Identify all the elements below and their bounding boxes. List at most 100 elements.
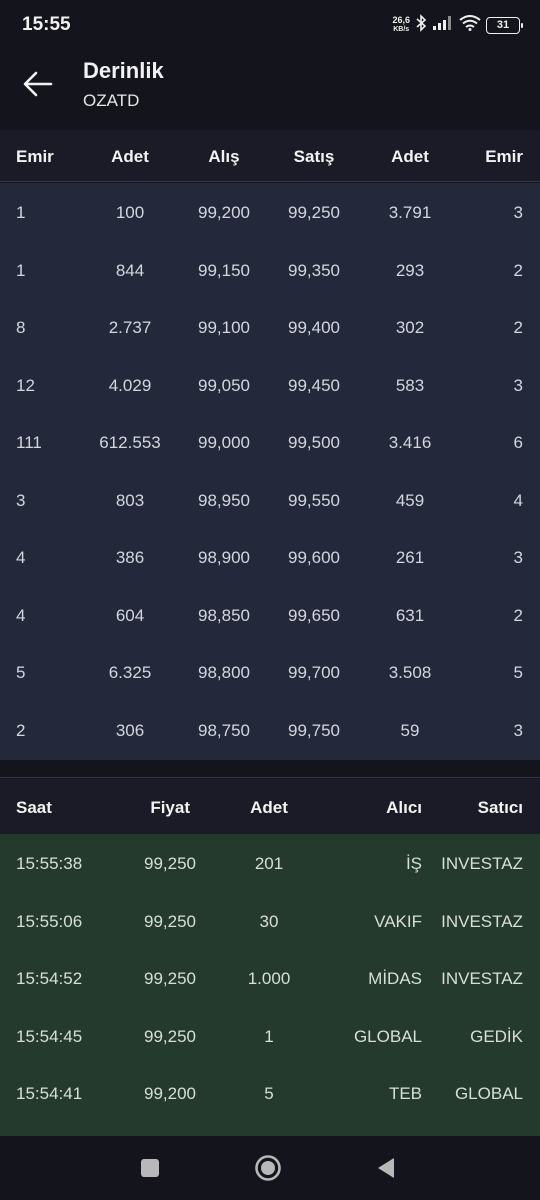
depth-cell-bid-price: 98,900 [198, 548, 250, 567]
depth-cell-bid-qty: 306 [115, 720, 145, 740]
depth-cell-bid-orders: 8 [16, 318, 26, 337]
depth-table-body: 1 100 99,200 99,250 3.791 3 1 844 99,150 99,350 29… [0, 183, 540, 760]
back-button[interactable] [14, 60, 62, 108]
trade-cell-qty: 5 [264, 1084, 274, 1103]
depth-cell-bid-price: 98,800 [198, 663, 250, 682]
trades-table-header: Saat Fiyat Adet Alıcı Satıcı [0, 779, 540, 834]
depth-row[interactable]: 8 2.737 99,100 99,400 302 2 [0, 298, 540, 356]
nav-back-button[interactable] [366, 1150, 406, 1186]
trades-table-body: 15:55:38 99,250 201 İŞ INVESTAZ 15:55:06 99,25… [0, 834, 540, 1136]
trade-cell-seller: GEDİK [470, 1026, 523, 1046]
status-time: 15:55 [22, 14, 71, 35]
depth-cell-ask-orders: 2 [513, 260, 523, 280]
depth-cell-ask-orders: 3 [513, 720, 523, 740]
depth-row[interactable]: 4 604 98,850 99,650 631 2 [0, 586, 540, 644]
trade-cell-time: 15:54:52 [16, 969, 83, 988]
net-speed-unit: KB/s [393, 26, 410, 33]
depth-header-bid-qty: Adet [111, 147, 149, 166]
depth-cell-bid-qty: 844 [115, 260, 145, 280]
wifi-icon [459, 14, 481, 36]
depth-cell-bid-orders: 1 [16, 203, 26, 222]
trade-row[interactable]: 15:54:52 99,250 1.000 MİDAS INVESTAZ [0, 949, 540, 1007]
trades-header-buyer: Alıcı [386, 798, 422, 817]
depth-cell-bid-price: 99,050 [198, 375, 250, 395]
system-nav-bar [0, 1136, 540, 1200]
trade-cell-seller: INVESTAZ [441, 911, 523, 931]
depth-cell-ask-price: 99,550 [288, 490, 340, 510]
depth-cell-bid-orders: 111 [16, 433, 42, 452]
trade-row[interactable]: 15:55:38 99,250 201 İŞ INVESTAZ [0, 834, 540, 892]
depth-cell-ask-price: 99,450 [288, 375, 340, 395]
recent-apps-icon [141, 1159, 159, 1177]
trade-cell-seller: GLOBAL [454, 1084, 523, 1103]
depth-cell-ask-orders: 4 [513, 490, 523, 510]
depth-cell-bid-qty: 100 [115, 203, 145, 222]
depth-cell-ask-orders: 2 [513, 605, 523, 625]
bluetooth-icon [415, 13, 427, 37]
trade-cell-seller: INVESTAZ [441, 969, 523, 988]
trade-row[interactable]: 15:55:06 99,250 30 VAKIF INVESTAZ [0, 892, 540, 950]
depth-cell-ask-qty: 293 [395, 260, 425, 280]
arrow-left-icon [23, 71, 53, 97]
depth-row[interactable]: 1 844 99,150 99,350 293 2 [0, 241, 540, 299]
depth-cell-ask-qty: 3.508 [388, 663, 432, 682]
depth-cell-bid-qty: 2.737 [108, 318, 152, 337]
depth-row[interactable]: 4 386 98,900 99,600 261 3 [0, 528, 540, 586]
depth-row[interactable]: 12 4.029 99,050 99,450 583 3 [0, 356, 540, 414]
status-icons: 26,6 KB/s 31 [392, 13, 523, 37]
trade-cell-buyer: MİDAS [368, 969, 422, 988]
depth-cell-ask-price: 99,500 [288, 433, 340, 452]
depth-cell-ask-price: 99,400 [288, 318, 340, 337]
depth-cell-bid-price: 99,000 [198, 433, 250, 452]
trade-cell-qty: 30 [259, 911, 279, 931]
depth-row[interactable]: 1 100 99,200 99,250 3.791 3 [0, 183, 540, 241]
trade-cell-qty: 201 [254, 854, 284, 873]
depth-header-ask-orders: Emir [485, 147, 523, 166]
trade-cell-buyer: GLOBAL [353, 1026, 422, 1046]
trade-cell-buyer: VAKIF [374, 911, 422, 931]
depth-row[interactable]: 2 306 98,750 99,750 59 3 [0, 701, 540, 759]
depth-cell-bid-price: 98,750 [198, 720, 250, 740]
depth-cell-ask-qty: 583 [395, 375, 425, 395]
depth-cell-ask-orders: 2 [513, 318, 523, 337]
depth-cell-bid-orders: 4 [16, 605, 26, 625]
depth-cell-ask-orders: 3 [513, 203, 523, 222]
net-speed: 26,6 KB/s [392, 16, 410, 34]
home-icon [255, 1155, 281, 1181]
trade-cell-time: 15:54:41 [16, 1084, 83, 1103]
page-title: Derinlik [83, 58, 164, 83]
stock-symbol: OZATD [83, 91, 140, 110]
depth-cell-ask-price: 99,600 [288, 548, 340, 567]
trade-cell-time: 15:55:38 [16, 854, 83, 873]
home-button[interactable] [248, 1150, 288, 1186]
depth-cell-ask-qty: 459 [395, 490, 425, 510]
recent-apps-button[interactable] [130, 1150, 170, 1186]
trades-header-qty: Adet [250, 798, 288, 817]
signal-icon [432, 15, 454, 36]
depth-cell-ask-orders: 3 [513, 375, 523, 395]
depth-cell-bid-price: 98,950 [198, 490, 250, 510]
depth-cell-ask-qty: 302 [395, 318, 425, 337]
trade-cell-seller: INVESTAZ [441, 854, 523, 873]
trade-row[interactable]: 15:54:45 99,250 1 GLOBAL GEDİK [0, 1007, 540, 1065]
net-speed-value: 26,6 [392, 15, 410, 25]
depth-row[interactable]: 111 612.553 99,000 99,500 3.416 6 [0, 413, 540, 471]
depth-row[interactable]: 3 803 98,950 99,550 459 4 [0, 471, 540, 529]
depth-cell-ask-price: 99,350 [288, 260, 340, 280]
battery-icon: 31 [486, 16, 523, 34]
back-triangle-icon [378, 1158, 394, 1178]
depth-cell-bid-price: 99,200 [198, 203, 250, 222]
depth-header-bid-orders: Emir [16, 147, 54, 166]
depth-header-ask-qty: Adet [391, 147, 429, 166]
depth-cell-bid-orders: 1 [16, 260, 26, 280]
depth-cell-bid-qty: 4.029 [108, 375, 152, 395]
depth-cell-bid-price: 99,100 [198, 318, 250, 337]
trades-header-seller: Satıcı [477, 798, 523, 817]
depth-row[interactable]: 5 6.325 98,800 99,700 3.508 5 [0, 643, 540, 701]
section-divider [0, 760, 540, 778]
depth-cell-ask-qty: 3.416 [388, 433, 432, 452]
trade-row[interactable]: 15:54:41 99,200 5 TEB GLOBAL [0, 1064, 540, 1122]
depth-table-header: Emir Adet Alış Satış Adet Emir [0, 130, 540, 182]
trade-cell-price: 99,200 [144, 1084, 196, 1103]
depth-cell-ask-qty: 3.791 [388, 203, 432, 222]
